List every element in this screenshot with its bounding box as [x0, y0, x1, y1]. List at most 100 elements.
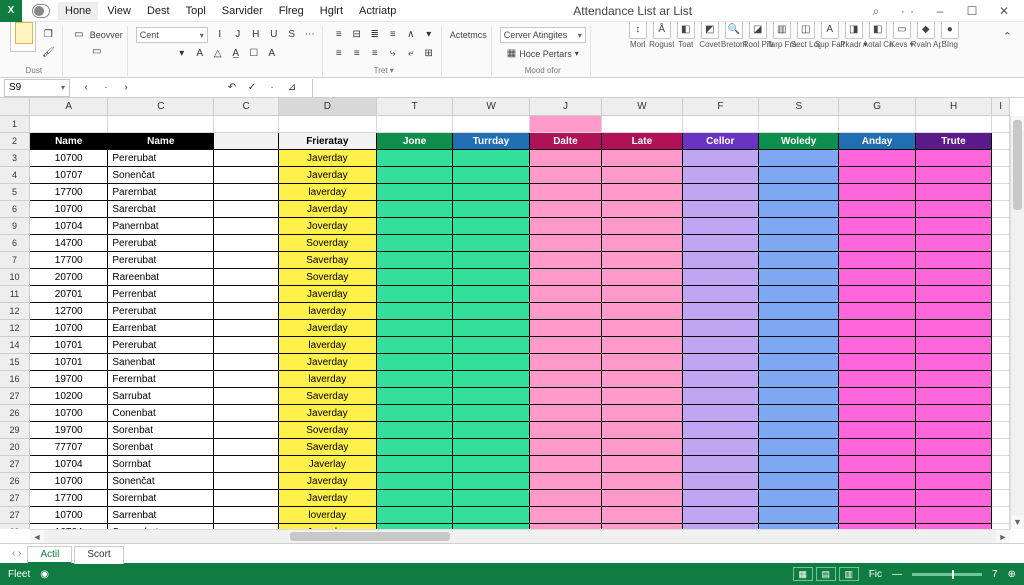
scroll-left-icon[interactable]: ◄: [30, 530, 44, 543]
formula-input[interactable]: [312, 79, 1024, 97]
col-header-T[interactable]: T: [377, 98, 453, 115]
cell[interactable]: 77707: [30, 439, 108, 456]
cell[interactable]: [839, 150, 915, 167]
align-btn2-3[interactable]: ⤷: [385, 46, 401, 62]
cell[interactable]: [377, 439, 453, 456]
font-btn-4[interactable]: S: [284, 27, 300, 43]
cell[interactable]: [839, 507, 915, 524]
menu-flreg[interactable]: Flreg: [272, 2, 311, 20]
cell[interactable]: Sarrubat: [108, 388, 214, 405]
cell[interactable]: [839, 235, 915, 252]
align-btn-5[interactable]: ▾: [421, 27, 437, 43]
cell[interactable]: [683, 507, 759, 524]
cell[interactable]: [759, 150, 839, 167]
font-btn-2[interactable]: H: [248, 27, 264, 43]
cell[interactable]: [108, 116, 214, 133]
cell[interactable]: [839, 286, 915, 303]
cell[interactable]: [453, 456, 529, 473]
paste-button[interactable]: [10, 22, 36, 52]
cell[interactable]: [839, 252, 915, 269]
menu-topl[interactable]: Topl: [179, 2, 213, 20]
cell[interactable]: Sonenčat: [108, 167, 214, 184]
menu-view[interactable]: View: [100, 2, 138, 20]
cell[interactable]: [530, 473, 603, 490]
cell[interactable]: [916, 473, 992, 490]
menu-dest[interactable]: Dest: [140, 2, 177, 20]
cell[interactable]: [759, 320, 839, 337]
covet-button[interactable]: ◩Covet: [699, 22, 721, 49]
toat-button[interactable]: ◧Toat: [675, 22, 697, 49]
autosave-toggle[interactable]: [32, 4, 50, 18]
cell[interactable]: [214, 286, 279, 303]
cell[interactable]: [214, 439, 279, 456]
cell[interactable]: [839, 354, 915, 371]
cell[interactable]: [530, 116, 603, 133]
cell[interactable]: Pererubat: [108, 303, 214, 320]
cell[interactable]: [992, 303, 1010, 320]
cell[interactable]: [214, 490, 279, 507]
cell[interactable]: Sanenbat: [108, 354, 214, 371]
cell[interactable]: [530, 371, 603, 388]
col-header-A[interactable]: A: [30, 98, 108, 115]
col-header-W[interactable]: W: [453, 98, 529, 115]
clip-icon-2[interactable]: ▭: [89, 44, 105, 60]
row-header-5[interactable]: 5: [0, 184, 29, 201]
cell[interactable]: [214, 337, 279, 354]
copy-button[interactable]: ❐: [39, 27, 58, 43]
cell[interactable]: [916, 320, 992, 337]
cell[interactable]: [530, 320, 603, 337]
cell[interactable]: [683, 218, 759, 235]
col-header-D[interactable]: D: [279, 98, 377, 115]
cell[interactable]: 10700: [30, 201, 108, 218]
cell[interactable]: [214, 303, 279, 320]
cell[interactable]: [839, 371, 915, 388]
cell[interactable]: 17700: [30, 252, 108, 269]
sheet-tab-actil[interactable]: Actil: [27, 546, 72, 564]
cell[interactable]: 12700: [30, 303, 108, 320]
cell[interactable]: 10701: [30, 337, 108, 354]
cell[interactable]: [759, 422, 839, 439]
cell[interactable]: [683, 201, 759, 218]
cell[interactable]: 17700: [30, 184, 108, 201]
cell[interactable]: Sorenbat: [108, 422, 214, 439]
row-header-26[interactable]: 26: [0, 405, 29, 422]
cell[interactable]: [602, 252, 682, 269]
fx-btn-1[interactable]: ✓: [244, 80, 260, 96]
row-header-27[interactable]: 27: [0, 490, 29, 507]
font-btn-0[interactable]: I: [212, 27, 228, 43]
row-header-7[interactable]: 7: [0, 252, 29, 269]
cell[interactable]: [530, 286, 603, 303]
cell[interactable]: Javerday: [279, 201, 377, 218]
cell[interactable]: [214, 405, 279, 422]
cell[interactable]: [214, 235, 279, 252]
tarp-button[interactable]: ▥Tarp Frass: [771, 22, 793, 49]
cell[interactable]: Saverbay: [279, 252, 377, 269]
row-header-6[interactable]: 6: [0, 201, 29, 218]
font-btn2-2[interactable]: △: [210, 46, 226, 62]
align-btn2-0[interactable]: ≡: [331, 46, 347, 62]
cell[interactable]: [992, 388, 1010, 405]
row-header-29[interactable]: 29: [0, 422, 29, 439]
cell[interactable]: [214, 218, 279, 235]
cell[interactable]: [759, 456, 839, 473]
sup-button[interactable]: ASup Falt: [819, 22, 841, 49]
table-icon[interactable]: ▦: [507, 48, 516, 59]
cell[interactable]: [602, 422, 682, 439]
cell[interactable]: [453, 371, 529, 388]
cell[interactable]: [377, 303, 453, 320]
row-header-12[interactable]: 12: [0, 303, 29, 320]
cell[interactable]: [377, 388, 453, 405]
header-cell-f[interactable]: Cellor: [683, 133, 759, 150]
cell[interactable]: [377, 354, 453, 371]
hscroll-thumb[interactable]: [290, 532, 450, 541]
cell[interactable]: Soverday: [279, 422, 377, 439]
cell[interactable]: [839, 405, 915, 422]
zoom-minus[interactable]: —: [892, 569, 902, 580]
tab-nav[interactable]: ‹ ›: [8, 548, 25, 559]
header-cell-w1[interactable]: Turrday: [453, 133, 529, 150]
header-cell-b[interactable]: Name: [108, 133, 214, 150]
cell[interactable]: [759, 201, 839, 218]
header-cell-s[interactable]: Woledy: [759, 133, 839, 150]
cell[interactable]: Pererubat: [108, 235, 214, 252]
cell[interactable]: 10700: [30, 473, 108, 490]
